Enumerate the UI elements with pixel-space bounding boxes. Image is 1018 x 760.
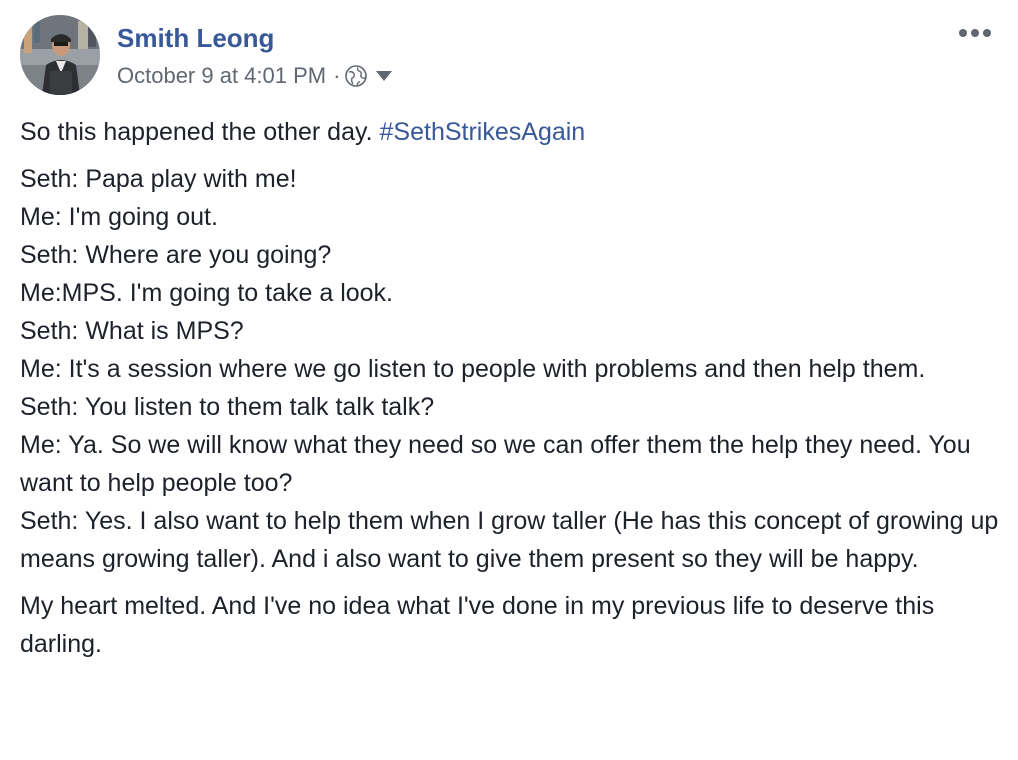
dialogue-line: Me: It's a session where we go listen to… — [20, 355, 926, 383]
post-closing: My heart melted. And I've no idea what I… — [20, 592, 935, 658]
dialogue-line: Me: Ya. So we will know what they need s… — [20, 431, 971, 497]
globe-icon[interactable] — [345, 65, 368, 87]
dialogue-line: Me:MPS. I'm going to take a look. — [20, 279, 393, 307]
dialogue-line: Seth: Yes. I also want to help them when… — [20, 507, 999, 573]
hashtag-link[interactable]: #SethStrikesAgain — [380, 118, 586, 146]
meta-separator: · — [333, 63, 341, 88]
dialogue-block: Seth: Papa play with me! Me: I'm going o… — [20, 160, 1005, 578]
post-meta: October 9 at 4:01 PM · — [117, 61, 393, 91]
dialogue-line: Me: I'm going out. — [20, 203, 218, 231]
dialogue-line: Seth: You listen to them talk talk talk? — [20, 393, 435, 421]
post-timestamp[interactable]: October 9 at 4:01 PM — [117, 63, 326, 89]
more-options-icon[interactable] — [958, 27, 992, 39]
avatar-photo — [20, 15, 100, 95]
intro-text: So this happened the other day. — [20, 118, 380, 146]
post-header: Smith Leong October 9 at 4:01 PM · — [20, 15, 1000, 97]
post-intro: So this happened the other day. #SethStr… — [20, 113, 1005, 151]
post-body: So this happened the other day. #SethStr… — [20, 113, 1005, 663]
dialogue-line: Seth: Papa play with me! — [20, 165, 297, 193]
author-name[interactable]: Smith Leong — [117, 22, 274, 54]
chevron-down-icon[interactable] — [375, 70, 393, 82]
dialogue-line: Seth: Where are you going? — [20, 241, 332, 269]
dialogue-line: Seth: What is MPS? — [20, 317, 244, 345]
avatar[interactable] — [20, 15, 100, 95]
